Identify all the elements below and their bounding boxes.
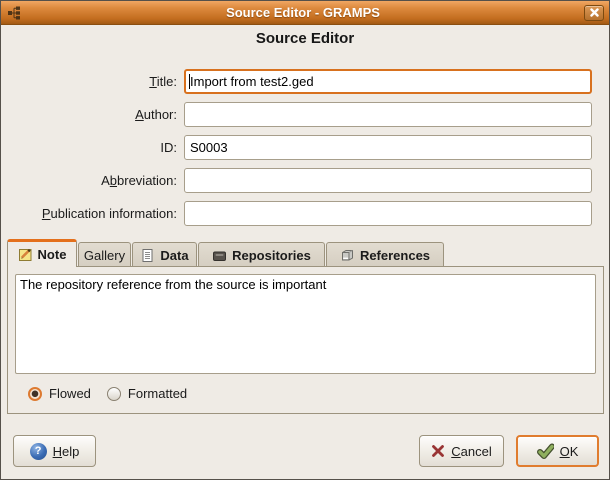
tab-label: Gallery xyxy=(84,248,125,263)
help-icon: ? xyxy=(30,443,47,460)
tab-label: Data xyxy=(160,248,188,263)
tab-label: Note xyxy=(38,247,67,262)
publication-info-label: Publication information: xyxy=(1,201,177,226)
tab-references[interactable]: References xyxy=(326,242,444,267)
gramps-app-icon xyxy=(6,5,22,21)
note-format-options: Flowed Formatted xyxy=(28,386,203,401)
text-caret xyxy=(189,74,190,89)
references-icon xyxy=(340,248,355,263)
id-label: ID: xyxy=(1,135,177,160)
ok-check-icon xyxy=(537,443,554,459)
flowed-radio-label[interactable]: Flowed xyxy=(49,386,91,401)
title-label: Title: xyxy=(1,69,177,94)
data-icon xyxy=(140,248,155,263)
tab-repositories[interactable]: Repositories xyxy=(198,242,325,267)
cancel-button[interactable]: Cancel xyxy=(419,435,504,467)
ok-button[interactable]: OK xyxy=(516,435,599,467)
notebook-tabs: Note Gallery Data Repositories xyxy=(7,239,445,267)
cancel-button-label: Cancel xyxy=(451,444,491,459)
page-title: Source Editor xyxy=(1,30,609,47)
ok-button-label: OK xyxy=(560,444,579,459)
publication-info-input[interactable] xyxy=(184,201,592,226)
title-bar[interactable]: Source Editor - GRAMPS xyxy=(1,1,609,25)
help-button[interactable]: ? Help xyxy=(13,435,96,467)
tab-label: Repositories xyxy=(232,248,311,263)
note-icon xyxy=(18,247,33,262)
cancel-icon xyxy=(431,444,445,458)
tab-note[interactable]: Note xyxy=(7,239,77,267)
note-text-area[interactable]: The repository reference from the source… xyxy=(15,274,596,374)
note-tab-panel: The repository reference from the source… xyxy=(7,266,604,414)
close-icon xyxy=(590,8,599,17)
tab-gallery[interactable]: Gallery xyxy=(78,242,131,267)
formatted-radio-label[interactable]: Formatted xyxy=(128,386,187,401)
abbreviation-input[interactable] xyxy=(184,168,592,193)
tab-label: References xyxy=(360,248,430,263)
title-input[interactable] xyxy=(184,69,592,94)
close-button[interactable] xyxy=(584,5,604,21)
window-title: Source Editor - GRAMPS xyxy=(26,5,580,20)
flowed-radio[interactable] xyxy=(28,387,42,401)
tab-data[interactable]: Data xyxy=(132,242,197,267)
formatted-radio[interactable] xyxy=(107,387,121,401)
abbreviation-label: Abbreviation: xyxy=(1,168,177,193)
repository-icon xyxy=(212,248,227,263)
source-editor-dialog: Source Editor - GRAMPS Source Editor Tit… xyxy=(0,0,610,480)
help-button-label: Help xyxy=(53,444,80,459)
id-input[interactable] xyxy=(184,135,592,160)
author-label: Author: xyxy=(1,102,177,127)
author-input[interactable] xyxy=(184,102,592,127)
